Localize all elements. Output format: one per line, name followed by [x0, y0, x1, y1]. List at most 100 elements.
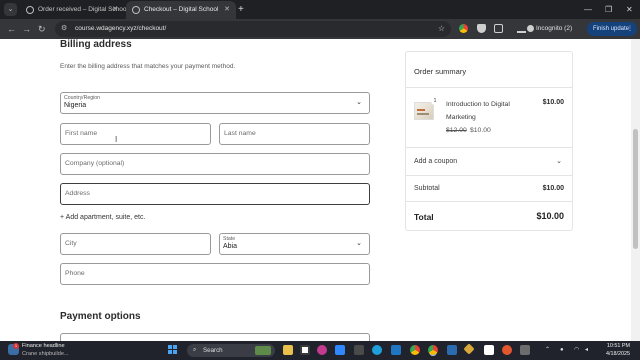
- taskbar-search[interactable]: ⌕ Search: [187, 344, 275, 357]
- shield-icon[interactable]: [477, 24, 486, 33]
- forward-icon[interactable]: →: [22, 19, 31, 39]
- site-info-icon[interactable]: ⚙: [61, 21, 67, 37]
- app-icon[interactable]: [354, 345, 364, 355]
- tray-app-icon[interactable]: ●: [560, 341, 564, 360]
- address-input[interactable]: Address: [60, 183, 370, 205]
- state-select[interactable]: State Abia ⌄: [219, 233, 370, 255]
- country-label: Country/Region: [64, 95, 101, 101]
- vscode-icon[interactable]: [391, 345, 401, 355]
- search-highlight-icon: [255, 346, 271, 355]
- order-summary-title: Order summary: [414, 67, 467, 76]
- country-select[interactable]: Country/Region Nigeria ⌄: [60, 92, 370, 114]
- notification-badge: 1: [13, 343, 19, 349]
- app-icon[interactable]: [502, 345, 512, 355]
- reload-icon[interactable]: ↻: [38, 19, 46, 39]
- browser-tab-bar: ⌄ Order received – Digital School ✕ Chec…: [0, 0, 640, 19]
- file-explorer-icon[interactable]: [283, 345, 293, 355]
- menu-kebab-icon[interactable]: ⋮: [627, 22, 633, 36]
- chrome-icon[interactable]: [410, 345, 420, 355]
- scrollbar-thumb[interactable]: [633, 129, 638, 249]
- address-bar[interactable]: ⚙ course.wdagency.xyz/checkout/ ☆: [55, 21, 451, 37]
- payment-heading: Payment options: [60, 311, 141, 322]
- bookmark-star-icon[interactable]: ☆: [438, 21, 445, 37]
- clock-time: 10:51 PM: [606, 343, 630, 349]
- product-price: $10.00: [542, 99, 564, 106]
- app-icon[interactable]: [484, 345, 494, 355]
- divider: [406, 87, 572, 88]
- thumbnail-graphic: [417, 109, 425, 111]
- original-price: $12.00: [446, 127, 467, 134]
- edge-icon[interactable]: [372, 345, 382, 355]
- new-tab-icon[interactable]: +: [238, 0, 244, 19]
- country-value: Nigeria: [64, 102, 87, 109]
- first-name-placeholder: First name: [65, 130, 98, 137]
- wifi-icon[interactable]: ◠: [574, 341, 579, 360]
- page-scrollbar[interactable]: [631, 39, 640, 341]
- globe-icon: [132, 6, 140, 14]
- app-icon[interactable]: [335, 345, 345, 355]
- company-input[interactable]: Company (optional): [60, 153, 370, 175]
- payment-option-box[interactable]: [60, 333, 370, 341]
- total-value: $10.00: [536, 211, 564, 221]
- browser-toolbar: ← → ↻ ⚙ course.wdagency.xyz/checkout/ ☆ …: [0, 19, 640, 39]
- checkout-page: Billing address Enter the billing addres…: [0, 39, 640, 341]
- finish-update-button[interactable]: Finish update ⋮: [587, 22, 637, 36]
- globe-icon: [26, 6, 34, 14]
- taskbar: 1 Finance headline Crane shipbuilde... ⌕…: [0, 341, 640, 360]
- back-icon[interactable]: ←: [7, 19, 16, 39]
- billing-subtitle: Enter the billing address that matches y…: [60, 63, 236, 70]
- add-apartment-link[interactable]: + Add apartment, suite, etc.: [60, 214, 145, 221]
- product-name: Introduction to Digital Marketing: [446, 101, 510, 121]
- add-coupon-toggle[interactable]: Add a coupon: [414, 158, 457, 165]
- tray-chevron-icon[interactable]: ⌃: [545, 341, 550, 360]
- divider: [406, 175, 572, 176]
- news-subtitle[interactable]: Crane shipbuilde...: [22, 351, 69, 357]
- close-tab-icon[interactable]: ✕: [112, 1, 118, 19]
- extensions-puzzle-icon[interactable]: [494, 24, 503, 33]
- search-label: Search: [203, 347, 223, 354]
- restore-icon[interactable]: ❐: [605, 0, 612, 19]
- state-value: Abia: [223, 243, 238, 250]
- profile-label[interactable]: Incognito (2): [536, 19, 572, 39]
- billing-heading: Billing address: [60, 39, 132, 50]
- phone-input[interactable]: Phone: [60, 263, 370, 285]
- clock-date: 4/18/2025: [606, 350, 630, 357]
- divider: [406, 201, 572, 202]
- volume-icon[interactable]: ◂: [585, 341, 588, 360]
- close-window-icon[interactable]: ✕: [626, 0, 633, 19]
- text-cursor-icon: I: [115, 135, 118, 144]
- chevron-down-icon[interactable]: ⌄: [556, 157, 562, 165]
- total-label: Total: [414, 212, 434, 222]
- app-icon[interactable]: [463, 343, 475, 355]
- course-thumbnail: [414, 102, 434, 120]
- news-headline[interactable]: Finance headline: [22, 343, 65, 349]
- app-icon[interactable]: [447, 345, 457, 355]
- address-placeholder: Address: [65, 190, 90, 197]
- tab-title: Checkout – Digital School: [144, 6, 219, 13]
- quantity-badge: 1: [431, 97, 439, 105]
- city-input[interactable]: City: [60, 233, 211, 255]
- extension-color-icon[interactable]: [459, 24, 468, 33]
- divider: [406, 147, 572, 148]
- first-name-input[interactable]: First name: [60, 123, 211, 145]
- phone-placeholder: Phone: [65, 270, 85, 277]
- app-icon[interactable]: [300, 345, 310, 355]
- city-placeholder: City: [65, 240, 77, 247]
- tab-search-icon[interactable]: ⌄: [4, 3, 17, 16]
- last-name-input[interactable]: Last name: [219, 123, 370, 145]
- download-icon[interactable]: [517, 24, 526, 33]
- tab-order-received[interactable]: Order received – Digital School ✕: [20, 1, 128, 19]
- last-name-placeholder: Last name: [224, 130, 256, 137]
- tab-checkout[interactable]: Checkout – Digital School ✕: [126, 1, 236, 19]
- chrome-active-icon[interactable]: [428, 345, 438, 355]
- chevron-down-icon: ⌄: [356, 99, 362, 106]
- sale-price: $10.00: [470, 127, 491, 134]
- app-icon[interactable]: [317, 345, 327, 355]
- company-placeholder: Company (optional): [65, 160, 125, 167]
- close-tab-icon[interactable]: ✕: [224, 1, 230, 19]
- system-clock[interactable]: 10:51 PM 4/18/2025: [596, 343, 630, 358]
- windows-start-icon[interactable]: [168, 345, 178, 355]
- app-icon[interactable]: [520, 345, 530, 355]
- minimize-icon[interactable]: —: [584, 0, 592, 19]
- chevron-down-icon: ⌄: [356, 240, 362, 247]
